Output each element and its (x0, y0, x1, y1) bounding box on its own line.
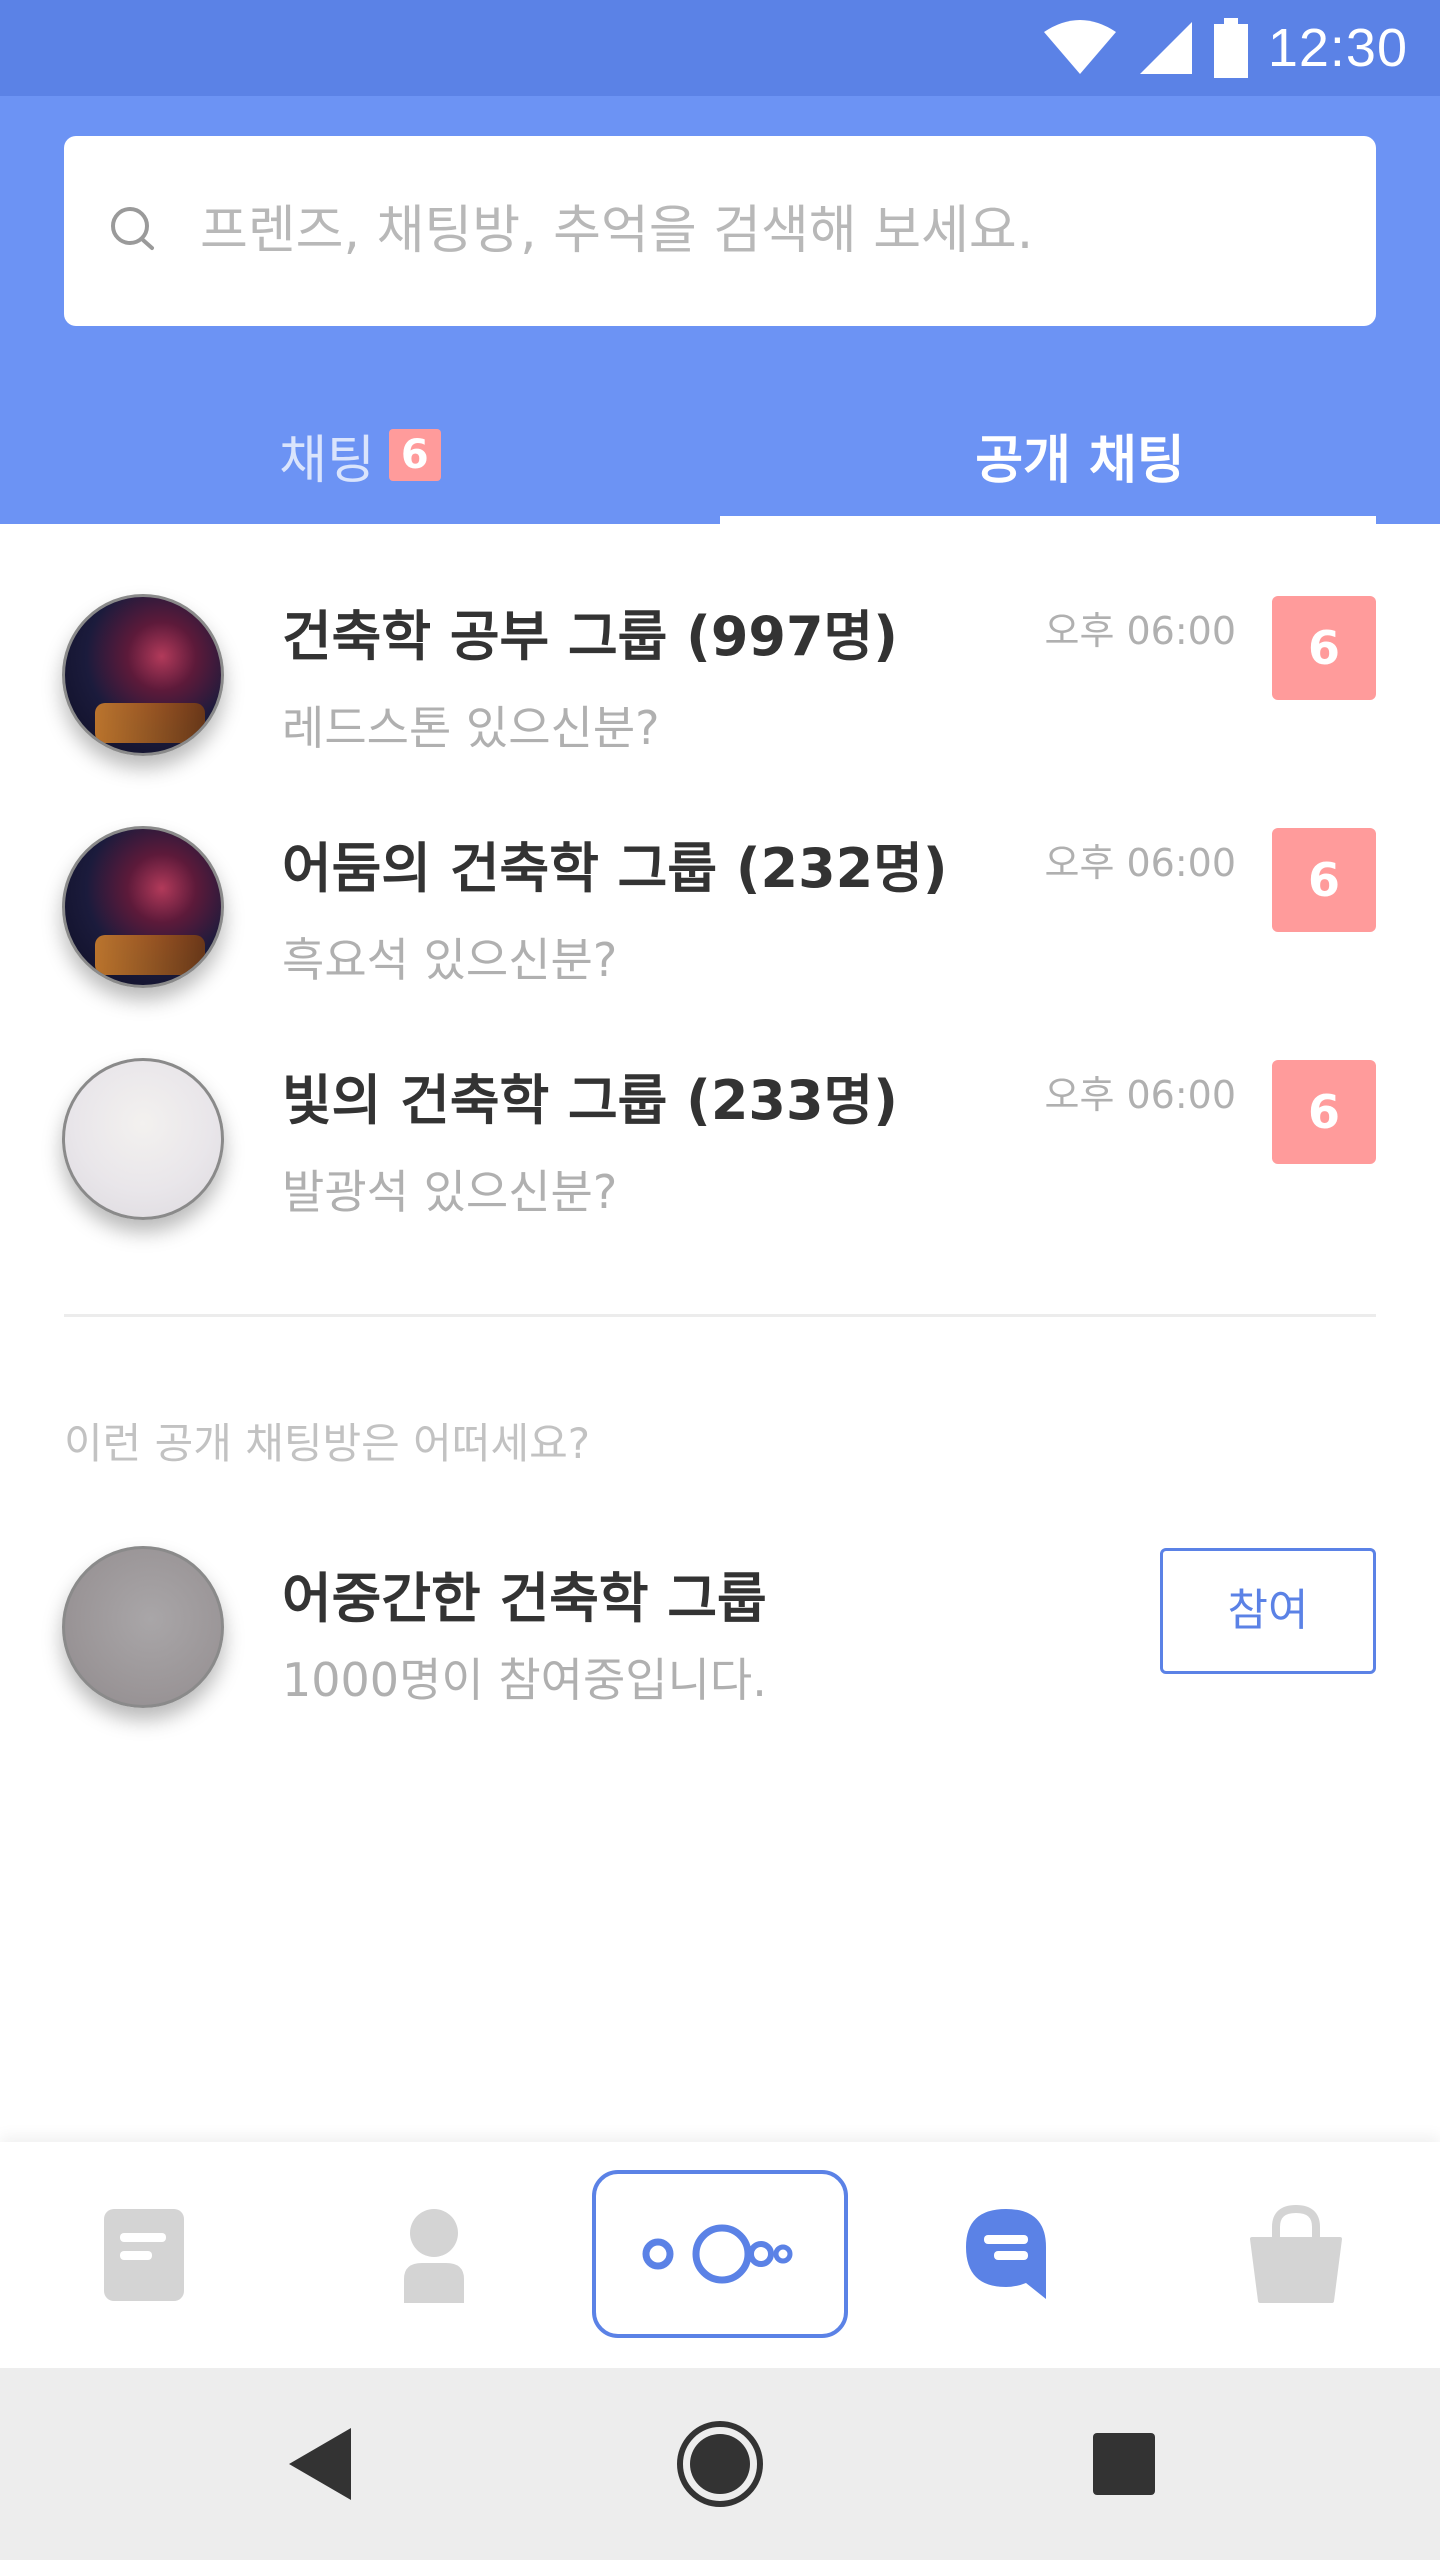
system-home-button[interactable] (660, 2368, 780, 2560)
avatar (62, 594, 224, 756)
nav-item-chat[interactable] (942, 2142, 1070, 2368)
header: 프렌즈, 채팅방, 추억을 검색해 보세요. 채팅 6 공개 채팅 (0, 96, 1440, 524)
chat-preview: 발광석 있으신분? (282, 1165, 618, 1219)
list-item[interactable]: 건축학 공부 그룹 (997명) 레드스톤 있으신분? 오후 06:00 6 (0, 564, 1440, 796)
person-icon (404, 2209, 464, 2303)
nav-item-open-chat[interactable] (592, 2170, 848, 2338)
avatar (62, 826, 224, 988)
status-icons: 12:30 (1042, 0, 1408, 96)
nav-item-friends[interactable] (370, 2142, 498, 2368)
list-item[interactable]: 어둠의 건축학 그룹 (232명) 흑요석 있으신분? 오후 06:00 6 (0, 796, 1440, 1028)
join-button[interactable]: 참여 (1160, 1548, 1376, 1674)
chat-time: 오후 06:00 (1044, 841, 1236, 885)
recents-icon (1093, 2433, 1155, 2495)
tab-chat-label: 채팅 (279, 430, 375, 491)
system-back-button[interactable] (260, 2368, 380, 2560)
home-icon (677, 2421, 763, 2507)
status-time: 12:30 (1267, 18, 1408, 78)
recommended-chat-title: 어중간한 건축학 그룹 (282, 1567, 767, 1630)
nav-item-feed[interactable] (80, 2142, 208, 2368)
search-icon (111, 207, 154, 250)
chat-time: 오후 06:00 (1044, 1073, 1236, 1117)
chat-title: 어둠의 건축학 그룹 (232명) (282, 837, 948, 900)
chat-time: 오후 06:00 (1044, 609, 1236, 653)
unread-badge: 6 (1272, 828, 1376, 932)
unread-badge: 6 (1272, 596, 1376, 700)
status-bar: 12:30 (0, 0, 1440, 96)
recommend-section-label: 이런 공개 채팅방은 어떠세요? (64, 1419, 591, 1468)
divider (64, 1314, 1376, 1317)
avatar (62, 1546, 224, 1708)
tab-bar: 채팅 6 공개 채팅 (0, 386, 1440, 524)
chat-title: 빛의 건축학 그룹 (233명) (282, 1069, 898, 1132)
wifi-icon (1043, 20, 1116, 74)
open-chat-bubbles-icon (642, 2224, 793, 2284)
tab-open-chat-label: 공개 채팅 (975, 430, 1185, 491)
list-item[interactable]: 빛의 건축학 그룹 (233명) 발광석 있으신분? 오후 06:00 6 (0, 1028, 1440, 1260)
chat-preview: 레드스톤 있으신분? (282, 701, 660, 755)
chat-bubble-icon (966, 2209, 1046, 2299)
system-nav-bar (0, 2368, 1440, 2560)
system-recents-button[interactable] (1064, 2368, 1184, 2560)
back-icon (289, 2428, 351, 2500)
tab-open-chat[interactable]: 공개 채팅 (720, 386, 1440, 524)
nav-item-shop[interactable] (1232, 2142, 1360, 2368)
search-input[interactable]: 프렌즈, 채팅방, 추억을 검색해 보세요. (64, 136, 1376, 326)
shopping-bag-icon (1250, 2205, 1342, 2303)
chat-title: 건축학 공부 그룹 (997명) (282, 605, 898, 668)
document-icon (104, 2209, 184, 2301)
tab-chat[interactable]: 채팅 6 (0, 386, 720, 524)
chat-preview: 흑요석 있으신분? (282, 933, 618, 987)
tab-chat-badge: 6 (388, 429, 441, 481)
unread-badge: 6 (1272, 1060, 1376, 1164)
avatar (62, 1058, 224, 1220)
recommended-chat-subtitle: 1000명이 참여중입니다. (282, 1653, 767, 1707)
tab-active-indicator (720, 516, 1376, 524)
battery-icon (1213, 18, 1248, 78)
cellular-signal-icon (1139, 22, 1192, 74)
bottom-nav (0, 2142, 1440, 2368)
search-placeholder: 프렌즈, 채팅방, 추억을 검색해 보세요. (200, 201, 1034, 261)
